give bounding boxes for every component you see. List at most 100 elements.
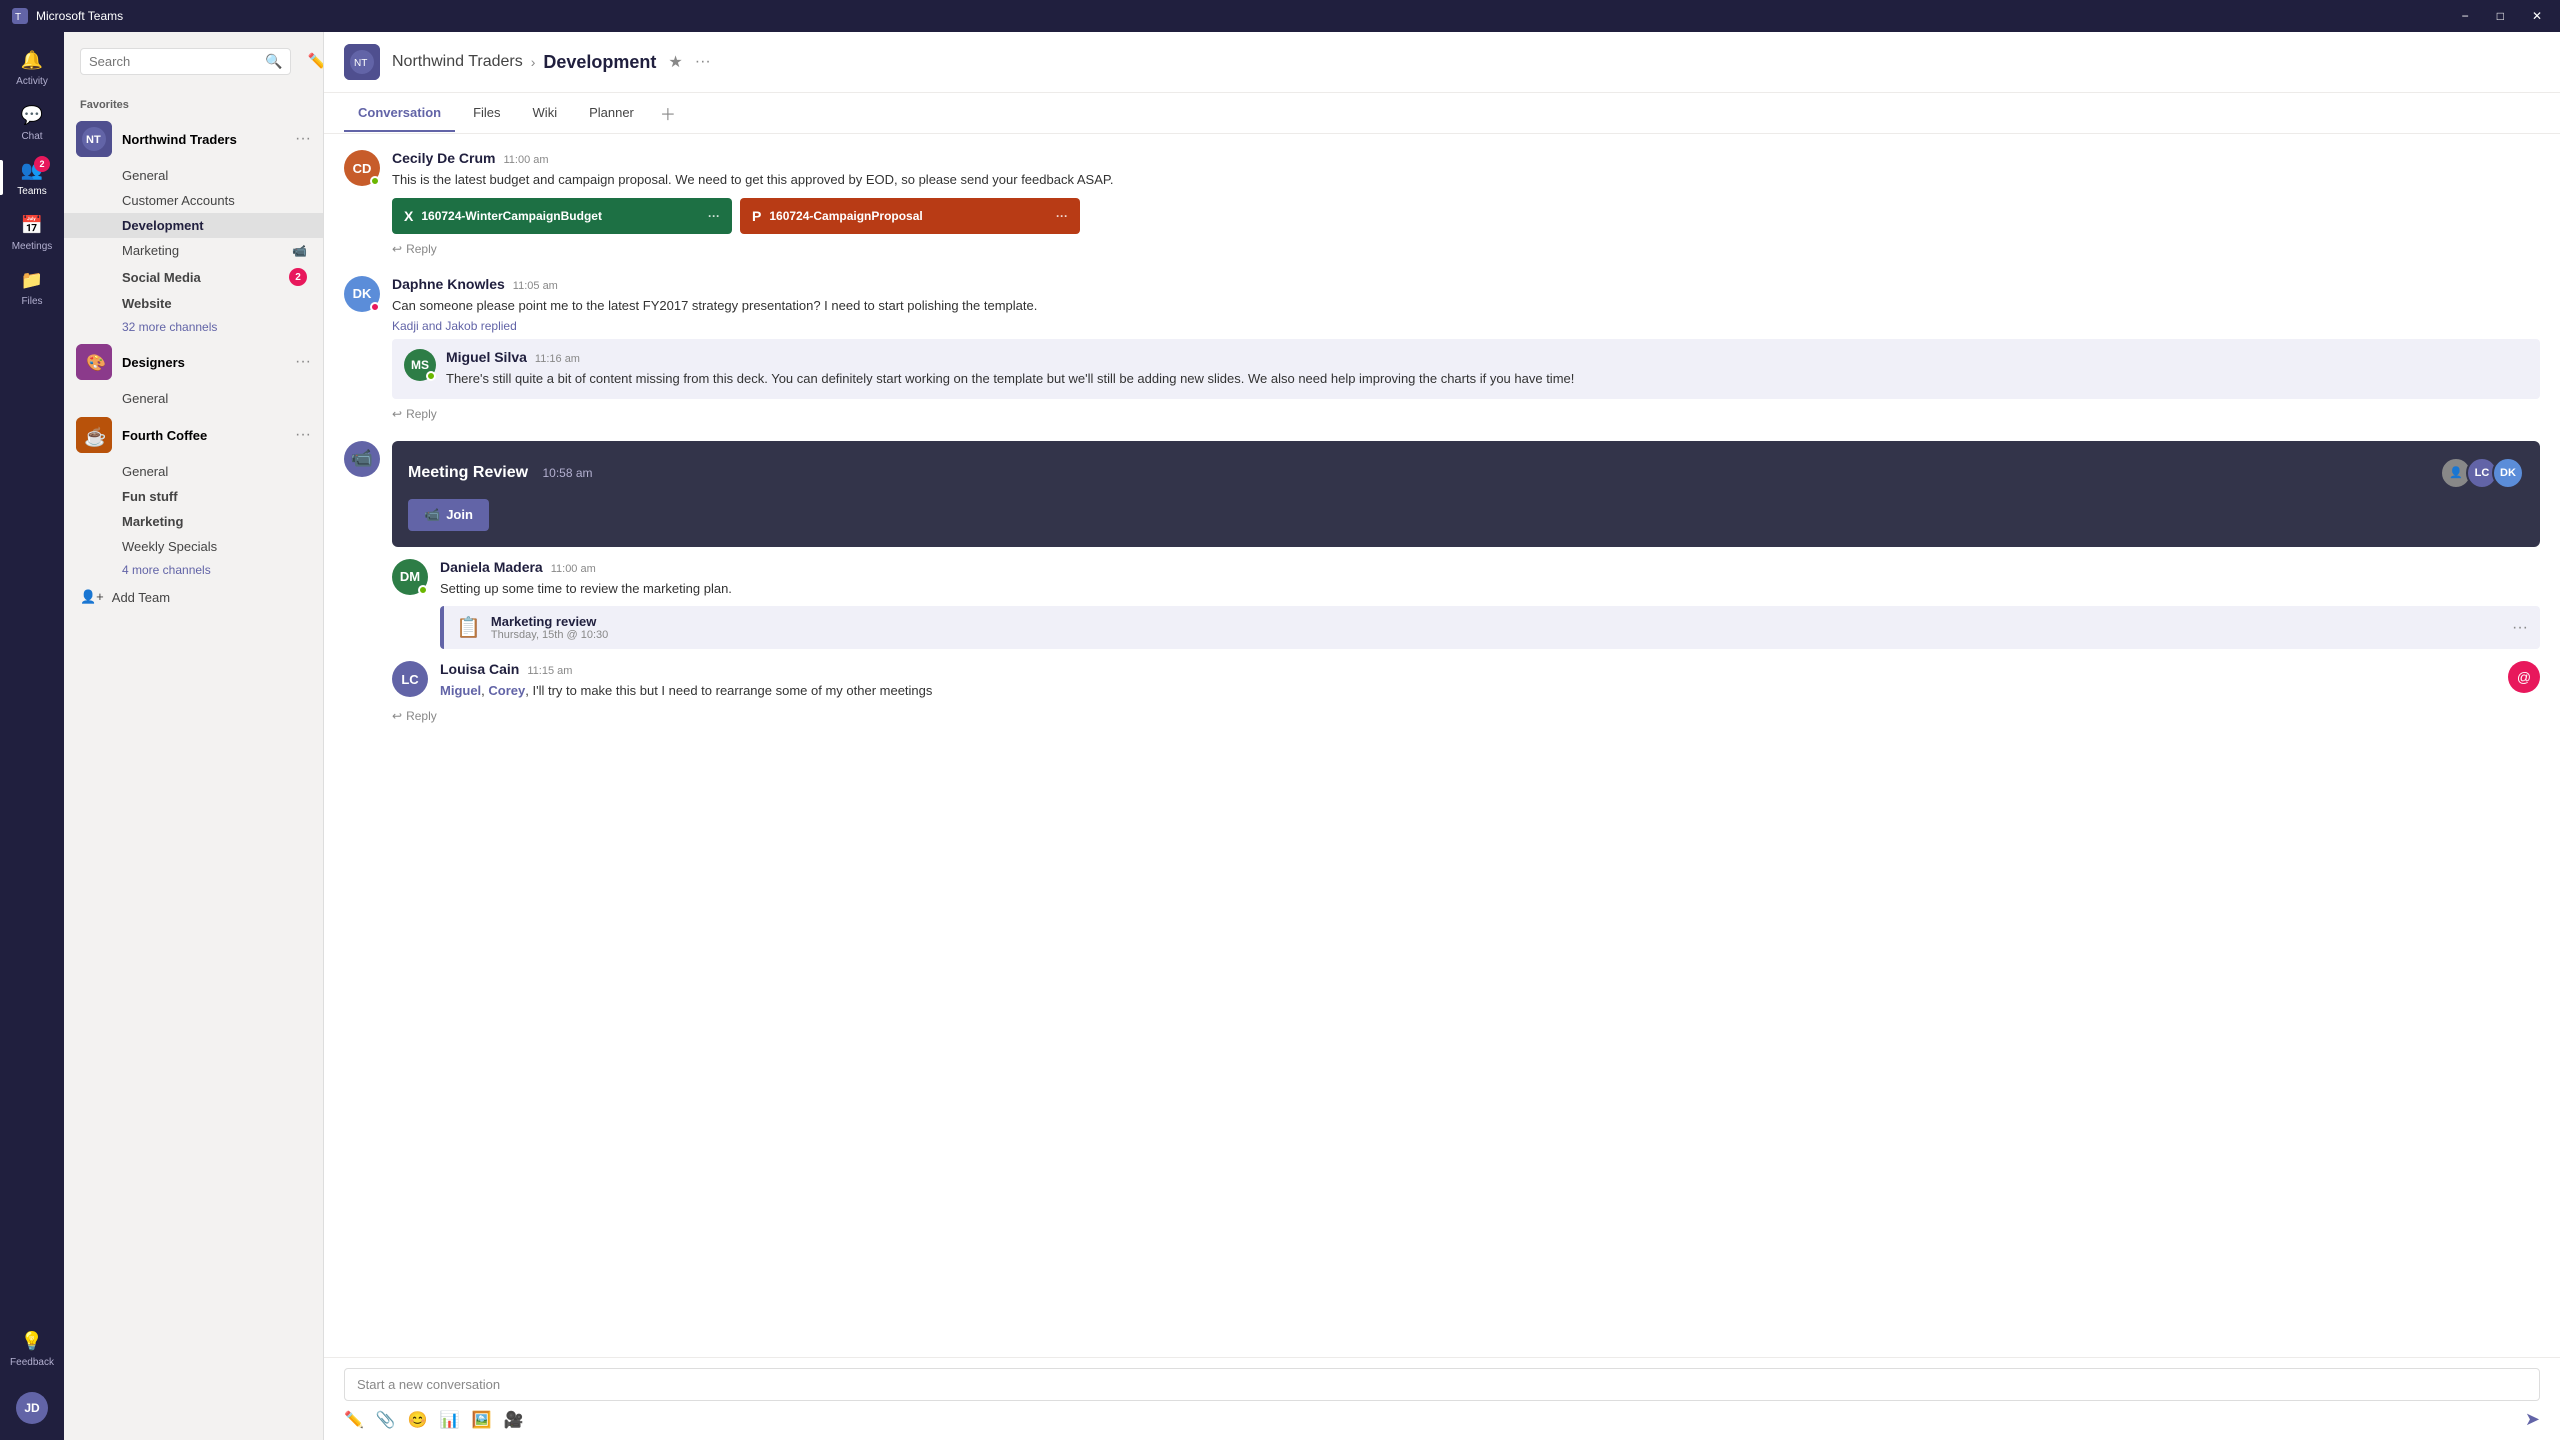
teams-label: Teams xyxy=(17,186,46,197)
reply-icon-daphne: ↩ xyxy=(392,407,402,421)
meeting-icon-avatar: 📹 xyxy=(344,441,380,477)
team-northwind-more-icon[interactable]: ··· xyxy=(295,130,311,148)
channel-header-text: Northwind Traders › Development xyxy=(392,52,656,73)
format-tool[interactable]: ✏️ xyxy=(344,1410,364,1430)
compose-icon[interactable]: ✏️ xyxy=(307,52,324,72)
minimize-button[interactable]: − xyxy=(2456,7,2475,25)
favorite-star-icon[interactable]: ★ xyxy=(668,52,682,72)
giphy-tool[interactable]: 📊 xyxy=(440,1410,460,1430)
input-toolbar: ✏️ 📎 😊 📊 🖼️ 🎥 ➤ xyxy=(344,1409,2540,1430)
close-button[interactable]: ✕ xyxy=(2526,7,2548,25)
calendar-more-icon[interactable]: ··· xyxy=(2512,619,2528,637)
meeting-content: Meeting Review 10:58 am 👤 LC DK xyxy=(392,441,2540,723)
team-designers[interactable]: 🎨 Designers ··· xyxy=(64,338,323,386)
sidebar-item-meetings[interactable]: 📅 Meetings xyxy=(0,205,64,260)
meeting-title-row: Meeting Review 10:58 am xyxy=(408,464,593,482)
channel-marketing-northwind[interactable]: Marketing 📹 xyxy=(64,238,323,263)
ppt-more-icon[interactable]: ··· xyxy=(1056,209,1068,223)
channel-general-northwind[interactable]: General xyxy=(64,163,323,188)
message-daphne: DK Daphne Knowles 11:05 am Can someone p… xyxy=(344,276,2540,421)
send-button[interactable]: ➤ xyxy=(2525,1409,2540,1430)
message-header-daniela: Daniela Madera 11:00 am xyxy=(440,559,2540,575)
channel-social-media[interactable]: Social Media 2 xyxy=(64,263,323,291)
team-fourthcoffee[interactable]: ☕ Fourth Coffee ··· xyxy=(64,411,323,459)
avatar-louisa-wrapper: LC xyxy=(392,661,428,697)
channel-more-icon[interactable]: ··· xyxy=(695,53,711,71)
channel-general-fourthcoffee[interactable]: General xyxy=(64,459,323,484)
search-input[interactable] xyxy=(89,54,265,69)
add-tab-button[interactable]: ＋ xyxy=(652,93,684,133)
message-author-cecily: Cecily De Crum xyxy=(392,150,495,166)
team-northwind[interactable]: NT Northwind Traders ··· xyxy=(64,115,323,163)
channel-website[interactable]: Website xyxy=(64,291,323,316)
channel-name-header: Development xyxy=(543,52,656,73)
more-channels-fourthcoffee[interactable]: 4 more channels xyxy=(64,559,323,581)
reply-button-daphne[interactable]: ↩ Reply xyxy=(392,407,2540,421)
tab-planner[interactable]: Planner xyxy=(575,95,648,132)
search-icon[interactable]: 🔍 xyxy=(265,53,282,70)
main-content: NT Northwind Traders › Development ★ ···… xyxy=(324,32,2560,1440)
message-body-cecily: Cecily De Crum 11:00 am This is the late… xyxy=(392,150,2540,256)
reply-label-meeting: Reply xyxy=(406,709,437,723)
emoji-tool[interactable]: 😊 xyxy=(408,1410,428,1430)
reply-button-meeting[interactable]: ↩ Reply xyxy=(392,709,2540,723)
user-avatar[interactable]: JD xyxy=(0,1384,64,1432)
activity-label: Activity xyxy=(16,76,48,87)
svg-text:NT: NT xyxy=(354,58,367,69)
video-icon: 📹 xyxy=(292,244,307,258)
message-body-daniela: Daniela Madera 11:00 am Setting up some … xyxy=(440,559,2540,650)
add-team-button[interactable]: 👤+ Add Team xyxy=(64,581,323,613)
feedback-button[interactable]: 💡 Feedback xyxy=(0,1321,64,1376)
channel-general-designers[interactable]: General xyxy=(64,386,323,411)
video-call-icon: 📹 xyxy=(351,448,373,469)
mention-miguel: Miguel xyxy=(440,683,481,698)
join-meeting-button[interactable]: 📹 Join xyxy=(408,499,489,531)
message-text-cecily: This is the latest budget and campaign p… xyxy=(392,170,2540,190)
reply-button-cecily[interactable]: ↩ Reply xyxy=(392,242,2540,256)
reply-indicator-daphne[interactable]: Kadji and Jakob replied xyxy=(392,319,2540,333)
sticker-tool[interactable]: 🖼️ xyxy=(472,1410,492,1430)
attach-tool[interactable]: 📎 xyxy=(376,1410,396,1430)
team-designers-name: Designers xyxy=(122,355,285,370)
sidebar-item-chat[interactable]: 💬 Chat xyxy=(0,95,64,150)
reply-text-miguel: There's still quite a bit of content mis… xyxy=(446,369,1574,389)
team-northwind-avatar: NT xyxy=(76,121,112,157)
tab-files[interactable]: Files xyxy=(459,95,514,132)
team-designers-more-icon[interactable]: ··· xyxy=(295,353,311,371)
channel-customer-accounts[interactable]: Customer Accounts xyxy=(64,188,323,213)
avatar-initials-daniela: DM xyxy=(400,569,420,584)
message-header-louisa: Louisa Cain 11:15 am xyxy=(440,661,2496,677)
file-excel-card[interactable]: X 160724-WinterCampaignBudget ··· xyxy=(392,198,732,234)
sidebar-item-files[interactable]: 📁 Files xyxy=(0,260,64,315)
files-label: Files xyxy=(21,296,42,307)
reply-body-miguel: Miguel Silva 11:16 am There's still quit… xyxy=(446,349,1574,389)
ppt-icon: P xyxy=(752,208,761,224)
more-channels-northwind[interactable]: 32 more channels xyxy=(64,316,323,338)
channel-development[interactable]: Development xyxy=(64,213,323,238)
message-body-daphne: Daphne Knowles 11:05 am Can someone plea… xyxy=(392,276,2540,421)
feedback-icon: 💡 xyxy=(20,1329,44,1353)
tab-wiki[interactable]: Wiki xyxy=(519,95,572,132)
message-louisa: LC Louisa Cain 11:15 am Miguel, Corey, I… xyxy=(392,661,2540,701)
excel-more-icon[interactable]: ··· xyxy=(708,209,720,223)
calendar-event-card[interactable]: 📋 Marketing review Thursday, 15th @ 10:3… xyxy=(440,606,2540,649)
icon-rail: 🔔 Activity 💬 Chat 👥 2 Teams 📅 Meetings 📁… xyxy=(0,32,64,1440)
reply-miguel: MS Miguel Silva 11:16 am There's still q… xyxy=(392,339,2540,399)
tab-conversation[interactable]: Conversation xyxy=(344,95,455,132)
window-controls[interactable]: − □ ✕ xyxy=(2456,7,2548,25)
teams-badge: 2 xyxy=(34,156,50,172)
file-ppt-card[interactable]: P 160724-CampaignProposal ··· xyxy=(740,198,1080,234)
channel-weekly-specials[interactable]: Weekly Specials xyxy=(64,534,323,559)
message-input[interactable]: Start a new conversation xyxy=(344,1368,2540,1401)
channel-fun-stuff[interactable]: Fun stuff xyxy=(64,484,323,509)
sidebar-item-teams[interactable]: 👥 2 Teams xyxy=(0,150,64,205)
video-tool[interactable]: 🎥 xyxy=(504,1410,524,1430)
channel-marketing-fourthcoffee[interactable]: Marketing xyxy=(64,509,323,534)
maximize-button[interactable]: □ xyxy=(2491,7,2510,25)
search-box[interactable]: 🔍 xyxy=(80,48,291,75)
reply-icon-cecily: ↩ xyxy=(392,242,402,256)
busy-indicator-daphne xyxy=(370,302,380,312)
activity-icon: 🔔 xyxy=(20,48,44,72)
sidebar-item-activity[interactable]: 🔔 Activity xyxy=(0,40,64,95)
team-fourthcoffee-more-icon[interactable]: ··· xyxy=(295,426,311,444)
